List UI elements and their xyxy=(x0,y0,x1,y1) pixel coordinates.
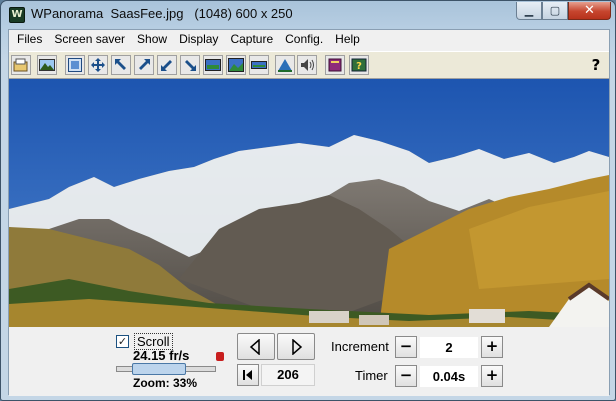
arrow-right-icon xyxy=(292,338,303,355)
scroll-checkbox[interactable]: ✓ xyxy=(116,335,129,348)
record-icon xyxy=(216,352,224,361)
scroll-right-down-button[interactable] xyxy=(180,55,200,75)
fit-window-icon xyxy=(68,58,82,72)
timer-minus-button[interactable]: − xyxy=(395,365,417,387)
scroll-left-up-button[interactable] xyxy=(111,55,131,75)
panorama-strip-icon xyxy=(251,61,267,69)
scroll-left-down-button[interactable] xyxy=(157,55,177,75)
title-bar[interactable]: W WPanorama SaasFee.jpg (1048) 600 x 250… xyxy=(1,1,615,29)
maximize-button[interactable]: ▢ xyxy=(542,2,568,20)
zoom-slider-thumb[interactable] xyxy=(132,363,186,375)
book-icon xyxy=(328,58,342,72)
sound-button[interactable] xyxy=(297,55,317,75)
fps-readout: 24.15 fr/s xyxy=(133,348,190,363)
maximize-icon: ▢ xyxy=(549,4,561,17)
go-start-button[interactable] xyxy=(237,364,259,386)
scroll-left-up-icon xyxy=(115,59,126,70)
move-button[interactable] xyxy=(88,55,108,75)
zoom-slider[interactable] xyxy=(116,363,216,375)
increment-value[interactable]: 2 xyxy=(420,337,478,358)
svg-text:?: ? xyxy=(356,61,362,72)
menu-display[interactable]: Display xyxy=(173,30,224,49)
open-button[interactable] xyxy=(11,55,31,75)
close-icon: ✕ xyxy=(584,3,595,18)
menu-bar: Files Screen saver Show Display Capture … xyxy=(9,30,609,50)
increment-label: Increment xyxy=(331,339,389,354)
help-book-button[interactable]: ? xyxy=(349,55,369,75)
panorama-wide-button[interactable] xyxy=(226,55,246,75)
go-start-icon xyxy=(243,370,252,380)
book-button[interactable] xyxy=(325,55,345,75)
scroll-right-up-button[interactable] xyxy=(134,55,154,75)
open-icon xyxy=(13,58,28,72)
timer-value[interactable]: 0.04s xyxy=(420,366,478,387)
increment-plus-button[interactable]: + xyxy=(481,336,503,358)
position-readout: 206 xyxy=(261,364,315,386)
picture-button[interactable] xyxy=(37,55,57,75)
scroll-left-button[interactable] xyxy=(237,333,275,360)
caption-buttons: ▁ ▢ ✕ xyxy=(516,2,611,20)
scroll-right-down-icon xyxy=(185,60,196,71)
help-button[interactable]: ? xyxy=(586,55,606,75)
increment-minus-button[interactable]: − xyxy=(395,336,417,358)
picture-icon xyxy=(39,59,55,71)
client-area: Files Screen saver Show Display Capture … xyxy=(8,29,610,396)
scroll-left-down-icon xyxy=(161,60,172,71)
app-icon: W xyxy=(9,7,25,23)
menu-screen-saver[interactable]: Screen saver xyxy=(48,30,131,49)
timer-plus-button[interactable]: + xyxy=(481,365,503,387)
menu-show[interactable]: Show xyxy=(131,30,173,49)
landscape-icon xyxy=(278,59,292,72)
help-book-icon: ? xyxy=(351,58,367,72)
panorama-button[interactable] xyxy=(203,55,223,75)
menu-capture[interactable]: Capture xyxy=(224,30,279,49)
panorama-strip-button[interactable] xyxy=(249,55,269,75)
move-icon xyxy=(91,58,105,72)
toolbar: ? ? xyxy=(9,51,609,79)
app-window: W WPanorama SaasFee.jpg (1048) 600 x 250… xyxy=(0,0,616,401)
window-title: WPanorama SaasFee.jpg (1048) 600 x 250 xyxy=(31,6,293,21)
scroll-right-button[interactable] xyxy=(277,333,315,360)
panorama-icon xyxy=(205,59,221,71)
minimize-icon: ▁ xyxy=(524,4,534,17)
sound-icon xyxy=(301,59,314,71)
scroll-right-up-icon xyxy=(139,59,150,70)
minimize-button[interactable]: ▁ xyxy=(516,2,542,20)
panorama-image[interactable] xyxy=(9,79,609,327)
timer-label: Timer xyxy=(355,368,388,383)
landscape-button[interactable] xyxy=(275,55,295,75)
fit-window-button[interactable] xyxy=(65,55,85,75)
menu-help[interactable]: Help xyxy=(329,30,366,49)
zoom-label: Zoom: 33% xyxy=(133,376,198,390)
controls-panel: ✓ Scroll 24.15 fr/s Zoom: 33% 206 Increm… xyxy=(9,327,609,396)
mountain-panorama xyxy=(9,79,609,327)
menu-config[interactable]: Config. xyxy=(279,30,329,49)
panorama-wide-icon xyxy=(228,58,244,72)
arrow-left-icon xyxy=(249,338,260,355)
menu-files[interactable]: Files xyxy=(11,30,48,49)
close-button[interactable]: ✕ xyxy=(568,2,611,20)
